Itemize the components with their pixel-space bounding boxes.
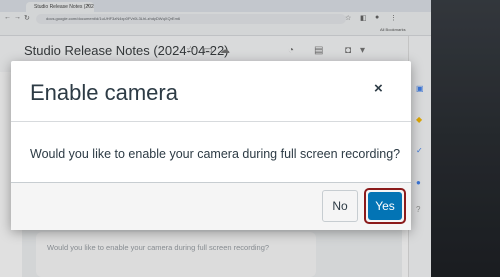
dialog-question: Would you like to enable your camera dur… bbox=[30, 147, 401, 161]
dialog-body: Would you like to enable your camera dur… bbox=[11, 122, 411, 182]
yes-button[interactable]: Yes bbox=[368, 192, 402, 220]
yes-button-focus-ring: Yes bbox=[364, 188, 406, 224]
dialog-header: Enable camera × bbox=[11, 61, 411, 122]
enable-camera-dialog: Enable camera × Would you like to enable… bbox=[11, 61, 411, 230]
dialog-footer: No Yes bbox=[11, 182, 411, 230]
no-button[interactable]: No bbox=[322, 190, 358, 222]
screen: Studio Release Notes (2024-… ✕ – □ ✕ ← →… bbox=[0, 0, 500, 277]
close-icon[interactable]: × bbox=[374, 81, 383, 97]
dialog-title: Enable camera bbox=[30, 80, 178, 105]
